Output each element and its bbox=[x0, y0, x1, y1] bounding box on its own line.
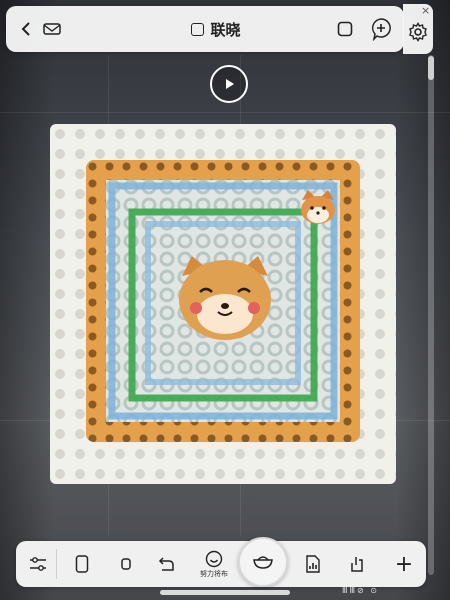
plus-button[interactable]: + bbox=[390, 541, 418, 587]
close-button[interactable]: × bbox=[421, 4, 430, 17]
play-button[interactable] bbox=[210, 65, 248, 103]
scrollbar-thumb[interactable] bbox=[428, 56, 434, 80]
gear-icon[interactable] bbox=[408, 22, 428, 46]
pegboard-artwork bbox=[50, 124, 396, 484]
page-title: 联晓 bbox=[210, 20, 241, 39]
home-indicator[interactable] bbox=[160, 590, 290, 595]
small-square-icon bbox=[121, 558, 131, 570]
chart-doc-button[interactable] bbox=[298, 541, 328, 587]
chevron-left-icon[interactable] bbox=[16, 6, 36, 52]
phone-icon bbox=[75, 555, 89, 573]
sliders-icon bbox=[30, 557, 46, 571]
top-bar: 联晓 bbox=[6, 6, 404, 52]
share-icon bbox=[351, 557, 363, 572]
bottom-toolbar: 努力将布 + bbox=[16, 541, 426, 587]
bg-line bbox=[0, 112, 450, 113]
smile-icon bbox=[205, 550, 223, 567]
smile-label: 努力将布 bbox=[200, 569, 228, 578]
plus-circle-icon[interactable] bbox=[368, 6, 394, 52]
share-button[interactable] bbox=[342, 541, 372, 587]
sliders-button[interactable] bbox=[24, 541, 52, 587]
scrollbar-track[interactable] bbox=[428, 55, 434, 575]
square-icon bbox=[191, 22, 205, 36]
title-area[interactable]: 联晓 bbox=[156, 6, 276, 52]
bowl-icon bbox=[253, 556, 273, 569]
rotate-button[interactable] bbox=[152, 541, 180, 587]
small-square-button[interactable] bbox=[112, 541, 140, 587]
separator bbox=[56, 549, 57, 579]
chart-doc-icon bbox=[306, 555, 320, 573]
bowl-button[interactable] bbox=[238, 537, 288, 587]
right-panel: × bbox=[403, 4, 433, 54]
cat-face bbox=[179, 256, 271, 340]
play-icon bbox=[226, 79, 234, 89]
status-bar: ⅢⅢ⊘ ⊙ bbox=[342, 586, 379, 595]
smile-button[interactable]: 努力将布 bbox=[194, 541, 234, 587]
square-icon[interactable] bbox=[334, 6, 356, 52]
mail-icon[interactable] bbox=[40, 6, 64, 52]
phone-button[interactable] bbox=[68, 541, 96, 587]
rotate-icon bbox=[158, 557, 174, 571]
